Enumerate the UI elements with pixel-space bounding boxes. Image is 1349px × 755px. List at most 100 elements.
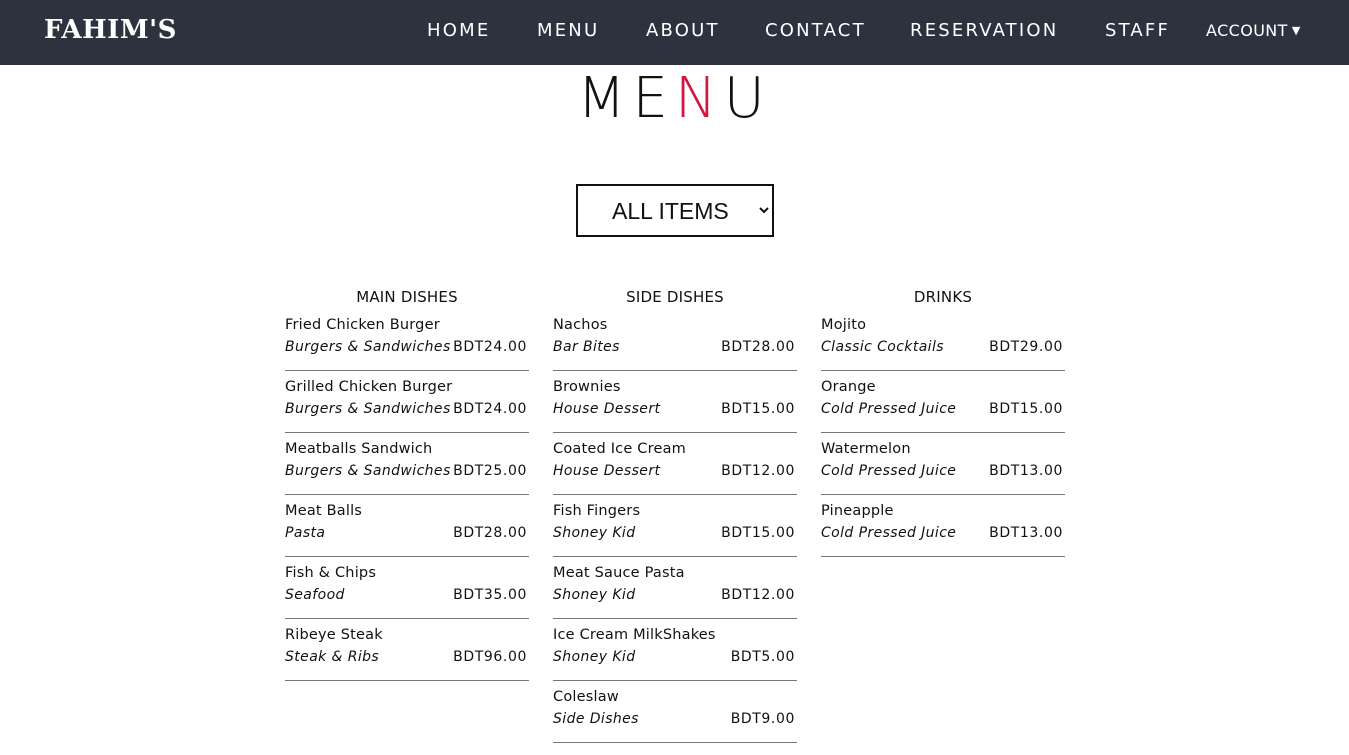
- category-filter-select[interactable]: ALL ITEMS: [576, 184, 774, 237]
- item-details-row: Cold Pressed Juice BDT15.00: [821, 401, 1065, 425]
- menu-item[interactable]: Fish Fingers Shoney Kid BDT15.00: [553, 501, 797, 563]
- nav-link-staff[interactable]: STAFF: [1105, 20, 1170, 41]
- item-divider: [285, 432, 529, 433]
- item-divider: [821, 494, 1065, 495]
- title-part-2: U: [723, 66, 772, 131]
- menu-item[interactable]: Watermelon Cold Pressed Juice BDT13.00: [821, 439, 1065, 501]
- menu-item[interactable]: Coated Ice Cream House Dessert BDT12.00: [553, 439, 797, 501]
- menu-column-side-dishes: SIDE DISHES Nachos Bar Bites BDT28.00 Browni…: [553, 287, 797, 749]
- caret-down-icon: ▼: [1291, 24, 1301, 37]
- item-name: Ice Cream MilkShakes: [553, 627, 716, 643]
- item-details-row: Shoney Kid BDT5.00: [553, 649, 797, 673]
- menu-item[interactable]: Ribeye Steak Steak & Ribs BDT96.00: [285, 625, 529, 687]
- item-divider: [285, 556, 529, 557]
- item-details-row: Cold Pressed Juice BDT13.00: [821, 463, 1065, 487]
- account-dropdown[interactable]: ACCOUNT ▼: [1206, 21, 1301, 40]
- menu-item[interactable]: Fish & Chips Seafood BDT35.00: [285, 563, 529, 625]
- item-divider: [821, 370, 1065, 371]
- nav-link-contact[interactable]: CONTACT: [765, 20, 866, 41]
- item-details-row: Burgers & Sandwiches BDT25.00: [285, 463, 529, 487]
- menu-item[interactable]: Pineapple Cold Pressed Juice BDT13.00: [821, 501, 1065, 563]
- item-divider: [553, 742, 797, 743]
- menu-item[interactable]: Nachos Bar Bites BDT28.00: [553, 315, 797, 377]
- item-details-row: Side Dishes BDT9.00: [553, 711, 797, 735]
- item-name: Nachos: [553, 317, 608, 333]
- menu-column-drinks: DRINKS Mojito Classic Cocktails BDT29.00 Ora…: [821, 287, 1065, 563]
- item-price: BDT13.00: [989, 525, 1063, 541]
- brand-logo[interactable]: FAHIM'S: [44, 15, 177, 45]
- item-price: BDT13.00: [989, 463, 1063, 479]
- menu-item[interactable]: Grilled Chicken Burger Burgers & Sandwich…: [285, 377, 529, 439]
- menu-column-main-dishes: MAIN DISHES Fried Chicken Burger Burgers &…: [285, 287, 529, 687]
- item-category: Bar Bites: [553, 339, 620, 355]
- item-divider: [285, 494, 529, 495]
- item-details-row: Bar Bites BDT28.00: [553, 339, 797, 363]
- item-name: Pineapple: [821, 503, 894, 519]
- nav-link-home[interactable]: HOME: [427, 20, 490, 41]
- item-price: BDT28.00: [453, 525, 527, 541]
- item-category: Classic Cocktails: [821, 339, 944, 355]
- item-divider: [553, 432, 797, 433]
- item-divider: [553, 680, 797, 681]
- item-category: House Dessert: [553, 463, 661, 479]
- item-name: Brownies: [553, 379, 621, 395]
- menu-item[interactable]: Meat Sauce Pasta Shoney Kid BDT12.00: [553, 563, 797, 625]
- item-name: Coleslaw: [553, 689, 619, 705]
- item-category: Burgers & Sandwiches: [285, 339, 451, 355]
- item-name: Meat Balls: [285, 503, 363, 519]
- item-name: Watermelon: [821, 441, 911, 457]
- item-category: Steak & Ribs: [285, 649, 380, 665]
- item-price: BDT15.00: [721, 401, 795, 417]
- menu-item[interactable]: Fried Chicken Burger Burgers & Sandwiches…: [285, 315, 529, 377]
- nav-link-menu[interactable]: MENU: [537, 20, 599, 41]
- item-divider: [285, 680, 529, 681]
- menu-item[interactable]: Orange Cold Pressed Juice BDT15.00: [821, 377, 1065, 439]
- item-details-row: Burgers & Sandwiches BDT24.00: [285, 401, 529, 425]
- item-name: Coated Ice Cream: [553, 441, 686, 457]
- item-details-row: Shoney Kid BDT12.00: [553, 587, 797, 611]
- item-details-row: House Dessert BDT12.00: [553, 463, 797, 487]
- item-category: Cold Pressed Juice: [821, 463, 957, 479]
- item-category: Burgers & Sandwiches: [285, 401, 451, 417]
- item-details-row: Burgers & Sandwiches BDT24.00: [285, 339, 529, 363]
- item-price: BDT24.00: [453, 401, 527, 417]
- item-name: Meatballs Sandwich: [285, 441, 433, 457]
- menu-item[interactable]: Meat Balls Pasta BDT28.00: [285, 501, 529, 563]
- item-divider: [553, 556, 797, 557]
- menu-item[interactable]: Brownies House Dessert BDT15.00: [553, 377, 797, 439]
- item-price: BDT24.00: [453, 339, 527, 355]
- item-category: Seafood: [285, 587, 345, 603]
- item-name: Fish & Chips: [285, 565, 377, 581]
- item-price: BDT5.00: [730, 649, 795, 665]
- menu-item[interactable]: Meatballs Sandwich Burgers & Sandwiches BD…: [285, 439, 529, 501]
- page-title: MENU: [0, 66, 1349, 131]
- column-heading: MAIN DISHES: [356, 288, 458, 306]
- item-category: Shoney Kid: [553, 525, 636, 541]
- item-price: BDT9.00: [730, 711, 795, 727]
- item-name: Grilled Chicken Burger: [285, 379, 453, 395]
- item-price: BDT28.00: [721, 339, 795, 355]
- item-name: Fish Fingers: [553, 503, 641, 519]
- item-divider: [821, 556, 1065, 557]
- item-category: Shoney Kid: [553, 649, 636, 665]
- title-accent-letter: N: [674, 66, 724, 131]
- nav-link-reservation[interactable]: RESERVATION: [910, 20, 1058, 41]
- item-category: Cold Pressed Juice: [821, 401, 957, 417]
- item-divider: [553, 370, 797, 371]
- item-price: BDT35.00: [453, 587, 527, 603]
- item-category: Side Dishes: [553, 711, 639, 727]
- nav-link-about[interactable]: ABOUT: [646, 20, 720, 41]
- menu-item[interactable]: Coleslaw Side Dishes BDT9.00: [553, 687, 797, 749]
- column-heading: SIDE DISHES: [626, 288, 724, 306]
- item-details-row: Shoney Kid BDT15.00: [553, 525, 797, 549]
- column-heading: DRINKS: [913, 288, 973, 306]
- item-details-row: Steak & Ribs BDT96.00: [285, 649, 529, 673]
- item-category: House Dessert: [553, 401, 661, 417]
- menu-item[interactable]: Ice Cream MilkShakes Shoney Kid BDT5.00: [553, 625, 797, 687]
- top-navbar: FAHIM'S HOME MENU ABOUT CONTACT RESERVAT…: [0, 0, 1349, 65]
- item-price: BDT15.00: [989, 401, 1063, 417]
- item-category: Burgers & Sandwiches: [285, 463, 451, 479]
- item-price: BDT96.00: [453, 649, 527, 665]
- menu-item[interactable]: Mojito Classic Cocktails BDT29.00: [821, 315, 1065, 377]
- item-details-row: Pasta BDT28.00: [285, 525, 529, 549]
